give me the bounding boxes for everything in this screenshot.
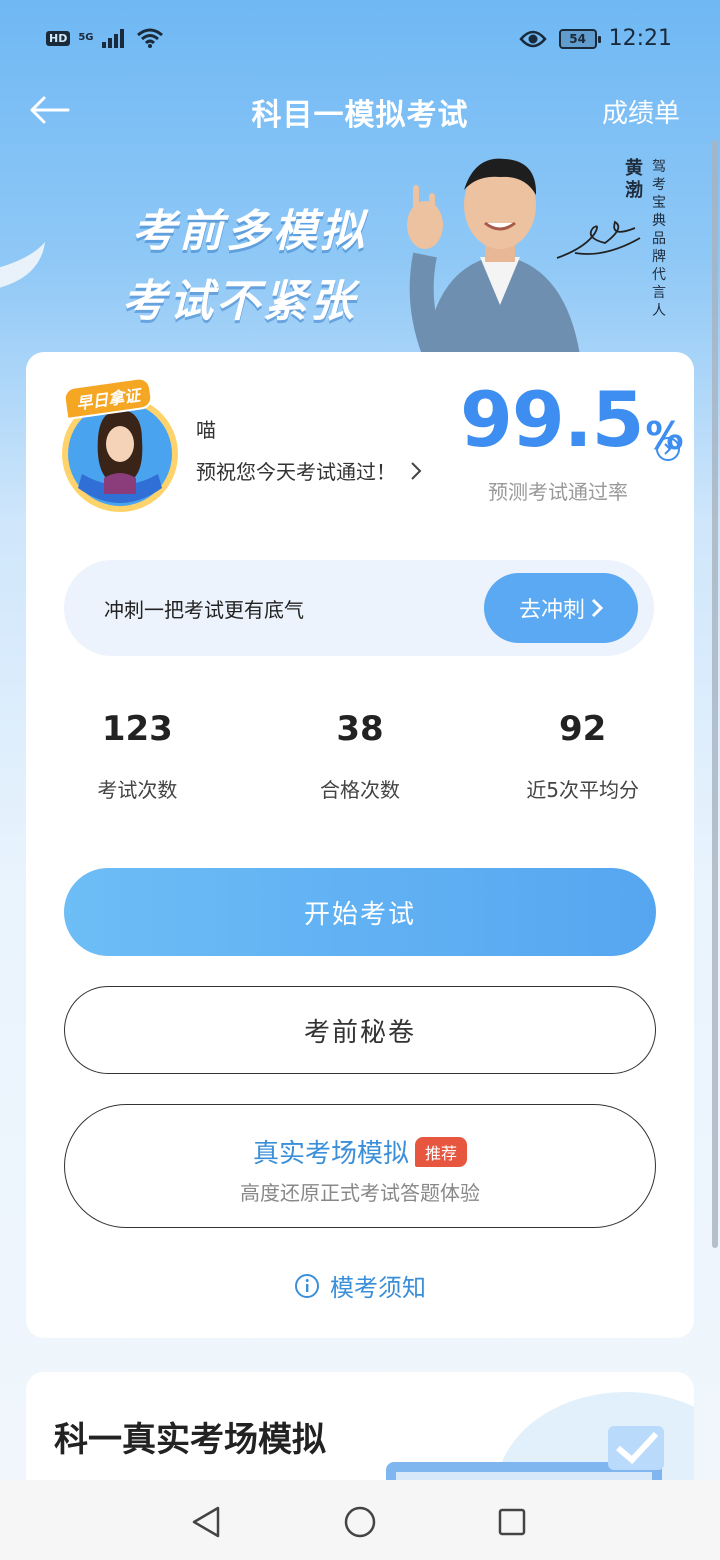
info-icon	[295, 1273, 319, 1298]
hd-badge: HD	[46, 30, 71, 46]
recommend-badge: 推荐	[415, 1136, 468, 1167]
chevron-right-icon	[664, 443, 672, 455]
user-name: 喵	[196, 418, 216, 442]
promo-banner[interactable]: 考前多模拟 考试不紧张 黄渤 驾考宝典品牌代言人	[0, 140, 720, 355]
stat-label: 合格次数	[320, 778, 400, 802]
sprint-button[interactable]: 去冲刺	[484, 573, 638, 643]
wish-text: 预祝您今天考试通过！	[196, 460, 396, 484]
banner-slogan-line1: 考前多模拟	[132, 206, 367, 257]
stat-pass-count: 38 合格次数	[249, 704, 472, 803]
decorative-shape	[0, 242, 45, 288]
circle-home-icon	[344, 1506, 376, 1538]
secret-paper-button[interactable]: 考前秘卷	[64, 986, 656, 1074]
stat-value: 123	[101, 709, 173, 749]
wish-row[interactable]: 预祝您今天考试通过！	[196, 456, 422, 485]
pass-rate-detail-icon[interactable]	[656, 437, 680, 461]
stats-row: 123 考试次数 38 合格次数 92 近5次平均分	[26, 704, 694, 803]
nav-bar: 科目一模拟考试 成绩单	[0, 80, 720, 140]
stat-exam-count: 123 考试次数	[26, 704, 249, 803]
stat-average-score: 92 近5次平均分	[471, 704, 694, 803]
signal-icon	[101, 29, 124, 48]
real-exam-title: 真实考场模拟	[252, 1139, 409, 1169]
status-right: 54 12:21	[518, 26, 672, 51]
endorsement-text: 驾考宝典品牌代言人	[652, 159, 666, 319]
pass-rate-label: 预测考试通过率	[488, 480, 628, 504]
system-recents-button[interactable]	[492, 1502, 532, 1542]
start-exam-button[interactable]: 开始考试	[64, 868, 656, 956]
scrollbar[interactable]	[712, 140, 718, 1248]
clock: 12:21	[608, 26, 672, 51]
system-nav-bar	[0, 1480, 720, 1560]
real-exam-subtitle: 高度还原正式考试答题体验	[240, 1181, 480, 1205]
section-title: 科一真实考场模拟	[54, 1420, 326, 1460]
exam-summary-card: 早日拿证 喵 预祝您今天考试通过！ 99.5 % 预测考试通过率 冲刺一把考试更…	[26, 352, 694, 1338]
system-home-button[interactable]	[340, 1502, 380, 1542]
real-exam-simulation-button[interactable]: 真实考场模拟 推荐 高度还原正式考试答题体验	[64, 1104, 656, 1228]
stat-label: 考试次数	[97, 778, 178, 802]
sprint-banner: 冲刺一把考试更有底气 去冲刺	[64, 560, 654, 656]
status-bar: HD 5G 54 12:21	[0, 0, 720, 80]
triangle-back-icon	[192, 1506, 220, 1538]
system-back-button[interactable]	[186, 1502, 226, 1542]
spokesperson-name: 黄渤	[625, 158, 643, 201]
pass-rate-value: 99.5	[460, 375, 645, 464]
square-recents-icon	[498, 1508, 526, 1536]
sprint-text: 冲刺一把考试更有底气	[104, 598, 304, 622]
chevron-right-icon	[411, 461, 422, 480]
wifi-icon	[136, 28, 163, 48]
stat-label: 近5次平均分	[526, 778, 640, 802]
battery-indicator: 54	[558, 28, 601, 49]
signature-image	[556, 220, 641, 259]
sprint-button-label: 去冲刺	[518, 598, 585, 623]
chevron-right-icon	[591, 598, 603, 618]
eye-icon	[518, 30, 547, 47]
network-type: 5G	[78, 32, 94, 43]
stat-value: 92	[559, 709, 607, 749]
status-left: HD 5G	[46, 27, 164, 49]
banner-slogan-line2: 考试不紧张	[122, 276, 357, 327]
score-sheet-link[interactable]: 成绩单	[602, 93, 680, 130]
exam-notice-link[interactable]: 模考须知	[26, 1268, 694, 1303]
pass-rate[interactable]: 99.5 %	[460, 380, 684, 460]
real-exam-title-row: 真实考场模拟 推荐	[65, 1133, 655, 1170]
exam-notice-label: 模考须知	[330, 1274, 426, 1302]
stat-value: 38	[336, 709, 384, 749]
